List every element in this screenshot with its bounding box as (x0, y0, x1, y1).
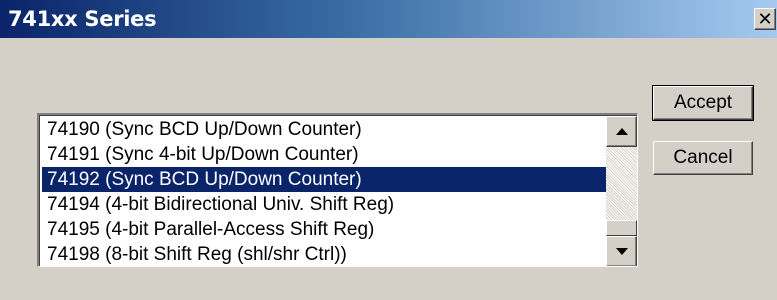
vertical-scrollbar[interactable] (606, 116, 637, 266)
scroll-thumb[interactable] (606, 220, 637, 236)
window-title: 741xx Series (8, 7, 157, 31)
list-item[interactable]: 74190 (Sync BCD Up/Down Counter) (42, 117, 606, 142)
up-arrow-icon (615, 128, 628, 135)
list-item-selected[interactable]: 74192 (Sync BCD Up/Down Counter) (42, 167, 606, 192)
down-arrow-icon (615, 248, 628, 255)
list-item[interactable]: 74198 (8-bit Shift Reg (shl/shr Ctrl)) (42, 242, 606, 266)
accept-button[interactable]: Accept (652, 85, 754, 121)
list-item[interactable]: 74195 (4-bit Parallel-Access Shift Reg) (42, 217, 606, 242)
list-item[interactable]: 74194 (4-bit Bidirectional Univ. Shift R… (42, 192, 606, 217)
title-bar[interactable]: 741xx Series ✕ (0, 0, 777, 38)
close-button[interactable]: ✕ (754, 8, 776, 30)
cancel-button[interactable]: Cancel (653, 141, 753, 175)
series-listbox[interactable]: 74190 (Sync BCD Up/Down Counter) 74191 (… (37, 113, 638, 267)
scroll-down-button[interactable] (606, 236, 637, 266)
list-items: 74190 (Sync BCD Up/Down Counter) 74191 (… (42, 117, 606, 266)
list-item[interactable]: 74191 (Sync 4-bit Up/Down Counter) (42, 142, 606, 167)
close-icon: ✕ (757, 9, 773, 29)
scroll-up-button[interactable] (606, 116, 637, 147)
dialog-window: 741xx Series ✕ 74190 (Sync BCD Up/Down C… (0, 0, 777, 300)
